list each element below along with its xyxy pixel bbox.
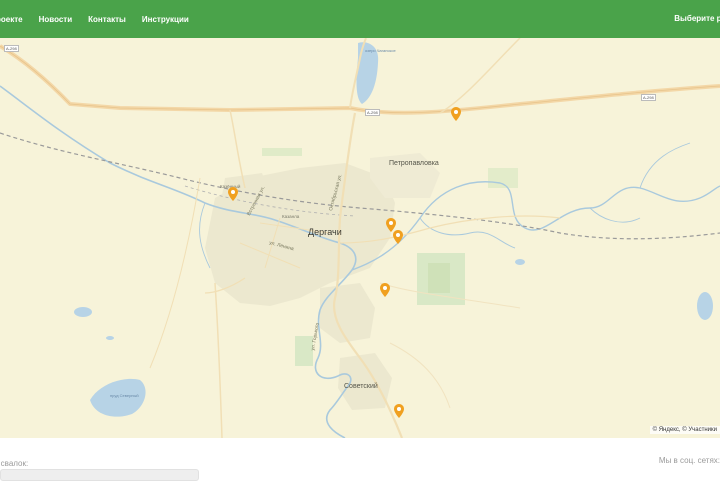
- map-canvas[interactable]: Дергачи Петропавловка Советский Казанла …: [0, 38, 720, 438]
- map-pin-icon[interactable]: [394, 404, 404, 418]
- nav-about[interactable]: роекте: [0, 15, 23, 24]
- label-petropavlovka: Петропавловка: [389, 160, 439, 167]
- map-pin-icon[interactable]: [393, 230, 403, 244]
- nav-news[interactable]: Новости: [39, 15, 73, 24]
- label-lake-north: озеро Чаганское: [365, 48, 396, 53]
- main-nav: роекте Новости Контакты Инструкции: [0, 0, 205, 38]
- dumps-field[interactable]: [0, 469, 199, 481]
- map-drawing: [0, 38, 720, 438]
- map-copyright[interactable]: © Яндекс, © Участники: [649, 426, 720, 434]
- map-pin-icon[interactable]: [228, 187, 238, 201]
- label-road-a298-east: А-298: [641, 94, 656, 101]
- label-dergachi: Дергачи: [308, 227, 342, 237]
- map-pin-icon[interactable]: [380, 283, 390, 297]
- nav-contacts[interactable]: Контакты: [88, 15, 126, 24]
- label-lake-south: пруд Северный: [110, 393, 139, 398]
- social-label: Мы в соц. сетях:: [658, 456, 720, 465]
- label-kazanla: Казанла: [282, 214, 300, 219]
- map-pin-icon[interactable]: [451, 107, 461, 121]
- region-selector[interactable]: Выберите ре: [674, 0, 720, 38]
- top-navigation-bar: роекте Новости Контакты Инструкции Выбер…: [0, 0, 720, 38]
- label-road-a298-center: А-298: [365, 109, 380, 116]
- nav-instructions[interactable]: Инструкции: [142, 15, 189, 24]
- label-road-a298-west: А-298: [4, 45, 19, 52]
- dumps-label: а свалок:: [0, 459, 29, 468]
- page-footer: а свалок: Мы в соц. сетях:: [0, 438, 720, 481]
- label-sovetsky: Советский: [344, 383, 378, 390]
